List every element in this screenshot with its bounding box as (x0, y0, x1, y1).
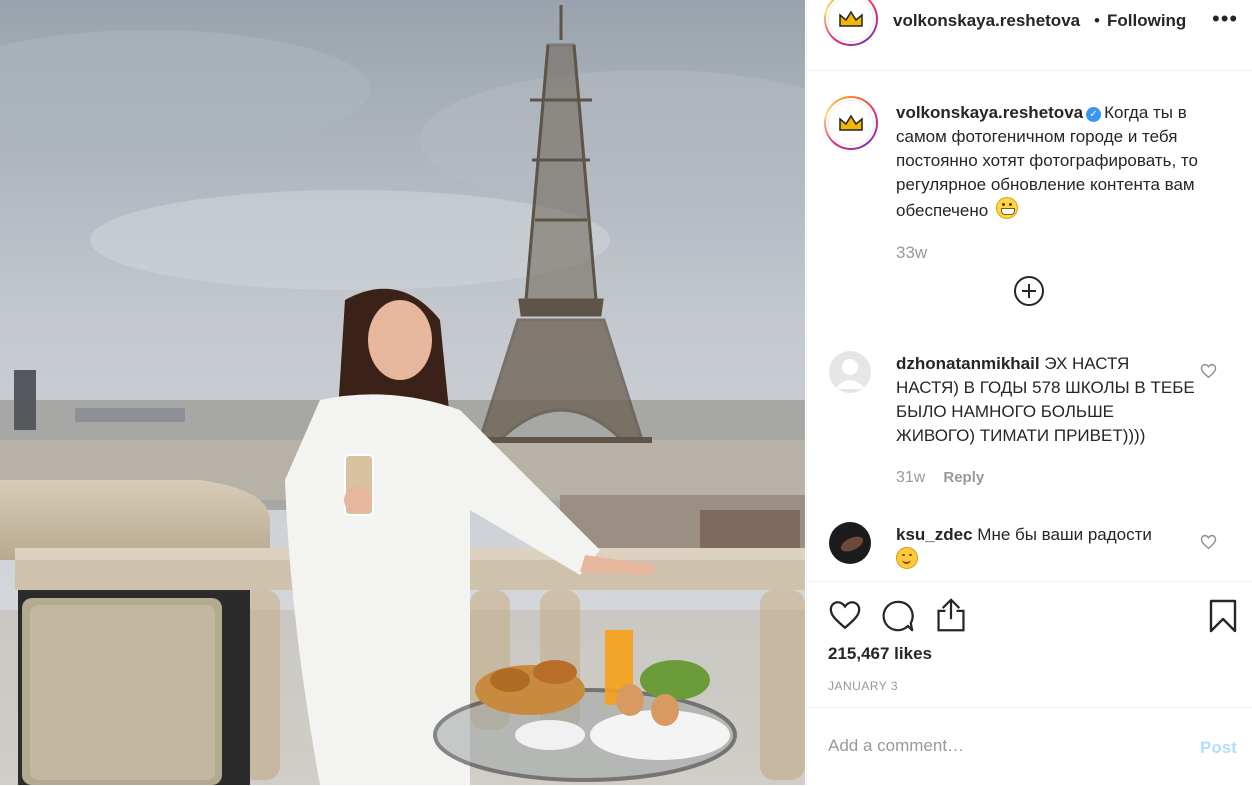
post-actions-bar (807, 581, 1252, 633)
comment-text: dzhonatanmikhail ЭХ НАСТЯ НАСТЯ) В ГОДЫ … (896, 352, 1196, 448)
grinning-emoji (995, 197, 1018, 219)
following-button[interactable]: Following (1107, 11, 1186, 31)
default-user-icon (835, 359, 865, 389)
comment-meta: 31w Reply (896, 469, 984, 487)
heart-icon[interactable] (828, 599, 862, 636)
post-caption: volkonskaya.reshetova ✓ Когда ты в самом ф… (896, 101, 1226, 223)
caption-timestamp[interactable]: 33w (896, 243, 927, 263)
photo-illustration (0, 0, 805, 785)
comment-input[interactable] (828, 736, 1168, 756)
post-header: volkonskaya.reshetova • Following ••• (807, 0, 1252, 71)
verified-badge-icon: ✓ (1086, 107, 1102, 122)
comment-like-heart-icon[interactable] (1200, 534, 1217, 555)
post-date[interactable]: JANUARY 3 (828, 679, 898, 693)
bookmark-icon[interactable] (1208, 598, 1238, 639)
comment-timestamp[interactable]: 31w (896, 469, 925, 486)
load-more-comments-icon[interactable] (1014, 276, 1044, 306)
post-comment-button[interactable]: Post (1200, 738, 1237, 758)
post-side-panel: volkonskaya.reshetova • Following ••• vo… (806, 0, 1252, 785)
caption-avatar[interactable] (824, 96, 878, 150)
crown-icon (828, 100, 874, 146)
post-photo[interactable] (0, 0, 805, 785)
more-options-icon[interactable]: ••• (1212, 6, 1238, 32)
comment-text: ksu_zdec Мне бы ваши радости (896, 523, 1196, 572)
comment-avatar[interactable] (829, 351, 871, 393)
follow-separator: • (1094, 11, 1100, 30)
user-photo-icon (840, 536, 864, 552)
comment-avatar[interactable] (829, 522, 871, 564)
header-username[interactable]: volkonskaya.reshetova (893, 11, 1080, 31)
reply-button[interactable]: Reply (943, 469, 984, 486)
smiling-emoji (896, 547, 918, 569)
share-icon[interactable] (934, 597, 968, 638)
likes-count[interactable]: 215,467 likes (828, 644, 932, 664)
add-comment-bar: Post (807, 707, 1252, 786)
comment-like-heart-icon[interactable] (1200, 363, 1217, 384)
caption-username[interactable]: volkonskaya.reshetova (896, 103, 1083, 122)
comment-username[interactable]: dzhonatanmikhail (896, 354, 1040, 373)
comment-username[interactable]: ksu_zdec (896, 525, 973, 544)
comment-icon[interactable] (881, 599, 915, 638)
comment-body: Мне бы ваши радости (977, 525, 1152, 544)
profile-avatar[interactable] (824, 0, 878, 46)
